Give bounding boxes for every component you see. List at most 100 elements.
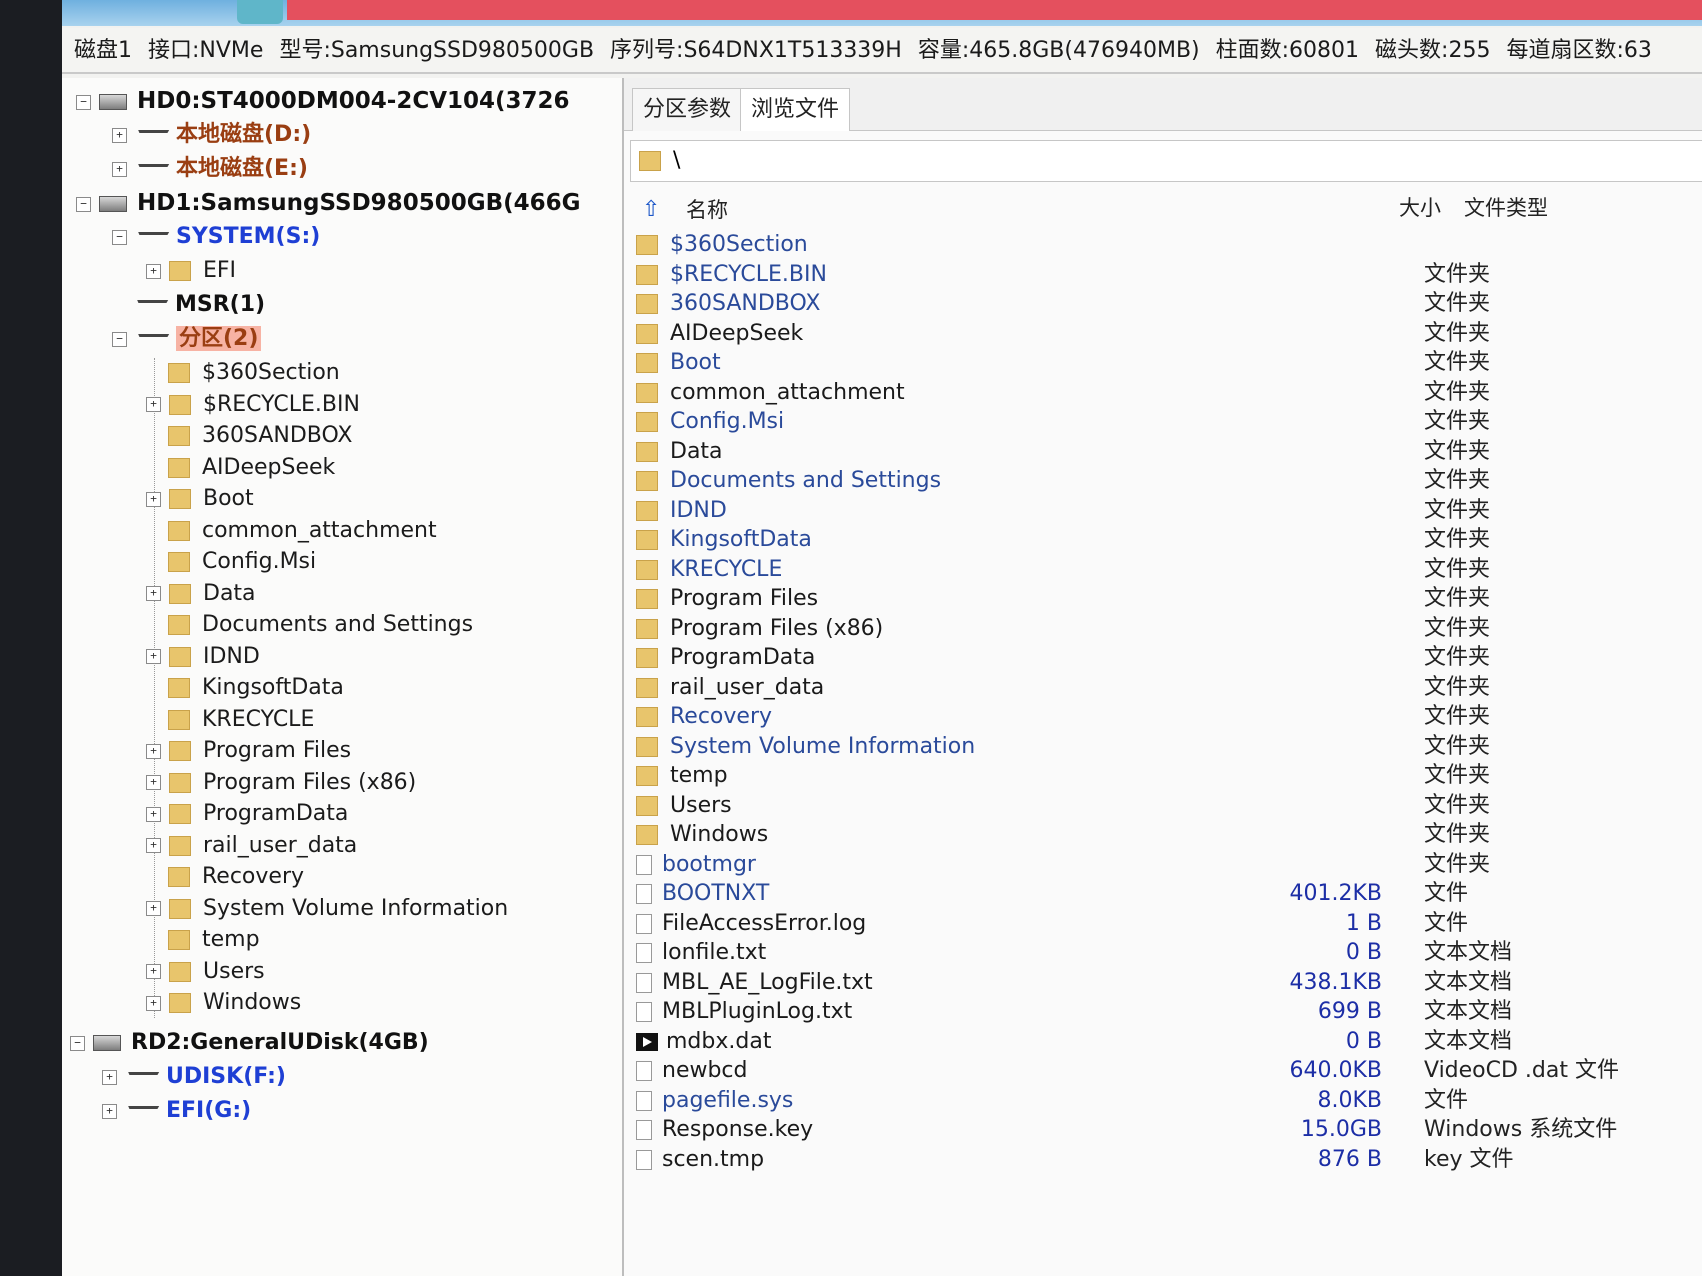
tree-node-folder[interactable]: $360Section xyxy=(146,358,340,388)
file-row[interactable]: lonfile.txt 0 B 文本文档 xyxy=(624,938,1702,968)
expand-icon[interactable]: + xyxy=(102,1069,117,1085)
file-row[interactable]: MBL_AE_LogFile.txt 438.1KB 文本文档 xyxy=(624,968,1702,998)
tree-node-folder[interactable]: + System Volume Information xyxy=(146,894,508,924)
file-row[interactable]: mdbx.dat 0 B 文本文档 xyxy=(624,1027,1702,1057)
file-icon xyxy=(636,1002,652,1022)
tree-node-rd2[interactable]: − RD2:GeneralUDisk(4GB) xyxy=(70,1028,429,1058)
tree-node-folder[interactable]: + ProgramData xyxy=(146,799,348,829)
tree-node-hd1[interactable]: − HD1:SamsungSSD980500GB(466G xyxy=(76,188,581,218)
expand-icon[interactable]: + xyxy=(146,743,161,759)
expand-icon[interactable]: + xyxy=(146,263,161,279)
file-row[interactable]: Response.key 15.0GB Windows 系统文件 xyxy=(624,1115,1702,1145)
expand-icon[interactable]: + xyxy=(146,586,161,601)
tree-node-folder[interactable]: KRECYCLE xyxy=(146,705,314,735)
file-row[interactable]: Config.Msi 文件夹 xyxy=(624,407,1702,437)
file-row[interactable]: scen.tmp 876 B key 文件 xyxy=(624,1145,1702,1175)
file-row[interactable]: MBLPluginLog.txt 699 B 文本文档 xyxy=(624,997,1702,1027)
file-row[interactable]: common_attachment 文件夹 xyxy=(624,378,1702,408)
file-row[interactable]: BOOTNXT 401.2KB 文件 xyxy=(624,879,1702,909)
expand-icon[interactable]: + xyxy=(146,901,161,916)
tree-node-d[interactable]: + 本地磁盘(D:) xyxy=(112,120,311,150)
tree-node-folder[interactable]: AIDeepSeek xyxy=(146,453,335,483)
expand-icon[interactable]: + xyxy=(146,806,161,822)
file-row[interactable]: Boot 文件夹 xyxy=(624,348,1702,378)
expand-icon[interactable]: + xyxy=(112,127,127,143)
file-row[interactable]: pagefile.sys 8.0KB 文件 xyxy=(624,1086,1702,1116)
file-name: Program Files xyxy=(670,586,819,611)
tree-node-folder[interactable]: + IDND xyxy=(146,642,260,672)
path-bar[interactable]: \ xyxy=(630,140,1702,182)
file-row[interactable]: KingsoftData 文件夹 xyxy=(624,525,1702,555)
file-row[interactable]: Users 文件夹 xyxy=(624,791,1702,821)
expand-icon[interactable]: + xyxy=(146,775,161,790)
collapse-icon[interactable]: − xyxy=(70,1035,85,1051)
column-size[interactable]: 大小 xyxy=(1399,188,1441,228)
file-row[interactable]: System Volume Information 文件夹 xyxy=(624,732,1702,762)
tree-node-msr[interactable]: MSR(1) xyxy=(112,290,265,320)
file-row[interactable]: 360SANDBOX 文件夹 xyxy=(624,289,1702,319)
expand-icon[interactable]: + xyxy=(146,649,161,664)
expand-icon[interactable]: + xyxy=(146,964,161,979)
file-row[interactable]: $360Section xyxy=(624,230,1702,260)
file-row[interactable]: newbcd 640.0KB VideoCD .dat 文件 xyxy=(624,1056,1702,1086)
file-row[interactable]: AIDeepSeek 文件夹 xyxy=(624,319,1702,349)
column-name[interactable]: 名称 xyxy=(686,190,728,230)
tree-node-folder[interactable]: + rail_user_data xyxy=(146,831,357,861)
tree-node-folder[interactable]: KingsoftData xyxy=(146,673,344,703)
tree-node-efig[interactable]: + EFI(G:) xyxy=(102,1096,251,1126)
file-row[interactable]: rail_user_data 文件夹 xyxy=(624,673,1702,703)
file-name-cell: temp xyxy=(636,761,728,791)
tree-node-e[interactable]: + 本地磁盘(E:) xyxy=(112,154,308,184)
tree-node-label: 分区(2) xyxy=(176,326,262,351)
expand-icon[interactable]: + xyxy=(112,161,127,177)
file-row[interactable]: FileAccessError.log 1 B 文件 xyxy=(624,909,1702,939)
tree-node-udisk[interactable]: + UDISK(F:) xyxy=(102,1062,286,1092)
file-name-cell: Response.key xyxy=(636,1115,813,1145)
file-row[interactable]: bootmgr 文件夹 xyxy=(624,850,1702,880)
expand-icon[interactable]: + xyxy=(146,838,161,853)
tree-node-folder[interactable]: Documents and Settings xyxy=(146,610,473,640)
file-row[interactable]: $RECYCLE.BIN 文件夹 xyxy=(624,260,1702,290)
file-row[interactable]: temp 文件夹 xyxy=(624,761,1702,791)
file-row[interactable]: Recovery 文件夹 xyxy=(624,702,1702,732)
tab-browse-files[interactable]: 浏览文件 xyxy=(740,88,851,131)
tree-node-hd0[interactable]: − HD0:ST4000DM004-2CV104(3726 xyxy=(76,86,570,116)
folder-icon xyxy=(169,741,191,761)
up-arrow-icon[interactable]: ⇧ xyxy=(642,190,660,230)
file-row[interactable]: Data 文件夹 xyxy=(624,437,1702,467)
collapse-icon[interactable]: − xyxy=(112,331,127,347)
file-row[interactable]: Windows 文件夹 xyxy=(624,820,1702,850)
tree-node-folder[interactable]: + Program Files xyxy=(146,736,351,766)
tree-node-folder[interactable]: + $RECYCLE.BIN xyxy=(146,390,360,420)
collapse-icon[interactable]: − xyxy=(112,229,127,245)
tree-node-folder[interactable]: + Users xyxy=(146,957,265,987)
collapse-icon[interactable]: − xyxy=(76,196,91,212)
expand-icon[interactable]: + xyxy=(146,995,161,1011)
tree-node-folder[interactable]: + Data xyxy=(146,579,256,609)
file-row[interactable]: Program Files 文件夹 xyxy=(624,584,1702,614)
file-row[interactable]: Documents and Settings 文件夹 xyxy=(624,466,1702,496)
file-row[interactable]: IDND 文件夹 xyxy=(624,496,1702,526)
tree-node-folder[interactable]: Config.Msi xyxy=(146,547,316,577)
column-type[interactable]: 文件类型 xyxy=(1464,188,1548,228)
expand-icon[interactable]: + xyxy=(146,397,161,412)
tree-node-folder[interactable]: + Boot xyxy=(146,484,254,514)
collapse-icon[interactable]: − xyxy=(76,94,91,110)
tree-node-folder[interactable]: + Program Files (x86) xyxy=(146,768,416,798)
tree-node-folder[interactable]: temp xyxy=(146,925,260,955)
tree-node-part2[interactable]: − 分区(2) xyxy=(112,324,262,354)
tree-node-efi[interactable]: + EFI xyxy=(146,256,236,286)
file-row[interactable]: Program Files (x86) 文件夹 xyxy=(624,614,1702,644)
tree-node-system[interactable]: − SYSTEM(S:) xyxy=(112,222,320,252)
tab-partition-params[interactable]: 分区参数 xyxy=(632,88,743,131)
tree-node-folder[interactable]: Recovery xyxy=(146,862,304,892)
tree-node-folder[interactable]: + Windows xyxy=(146,988,301,1018)
file-row[interactable]: KRECYCLE 文件夹 xyxy=(624,555,1702,585)
tree-node-folder[interactable]: common_attachment xyxy=(146,516,437,546)
taskbar-tab[interactable] xyxy=(237,0,283,24)
disk-tree[interactable]: − HD0:ST4000DM004-2CV104(3726 + 本地磁盘(D:) +… xyxy=(62,78,624,1276)
file-row[interactable]: ProgramData 文件夹 xyxy=(624,643,1702,673)
expand-icon[interactable]: + xyxy=(102,1103,117,1119)
tree-node-folder[interactable]: 360SANDBOX xyxy=(146,421,353,451)
expand-icon[interactable]: + xyxy=(146,491,161,507)
